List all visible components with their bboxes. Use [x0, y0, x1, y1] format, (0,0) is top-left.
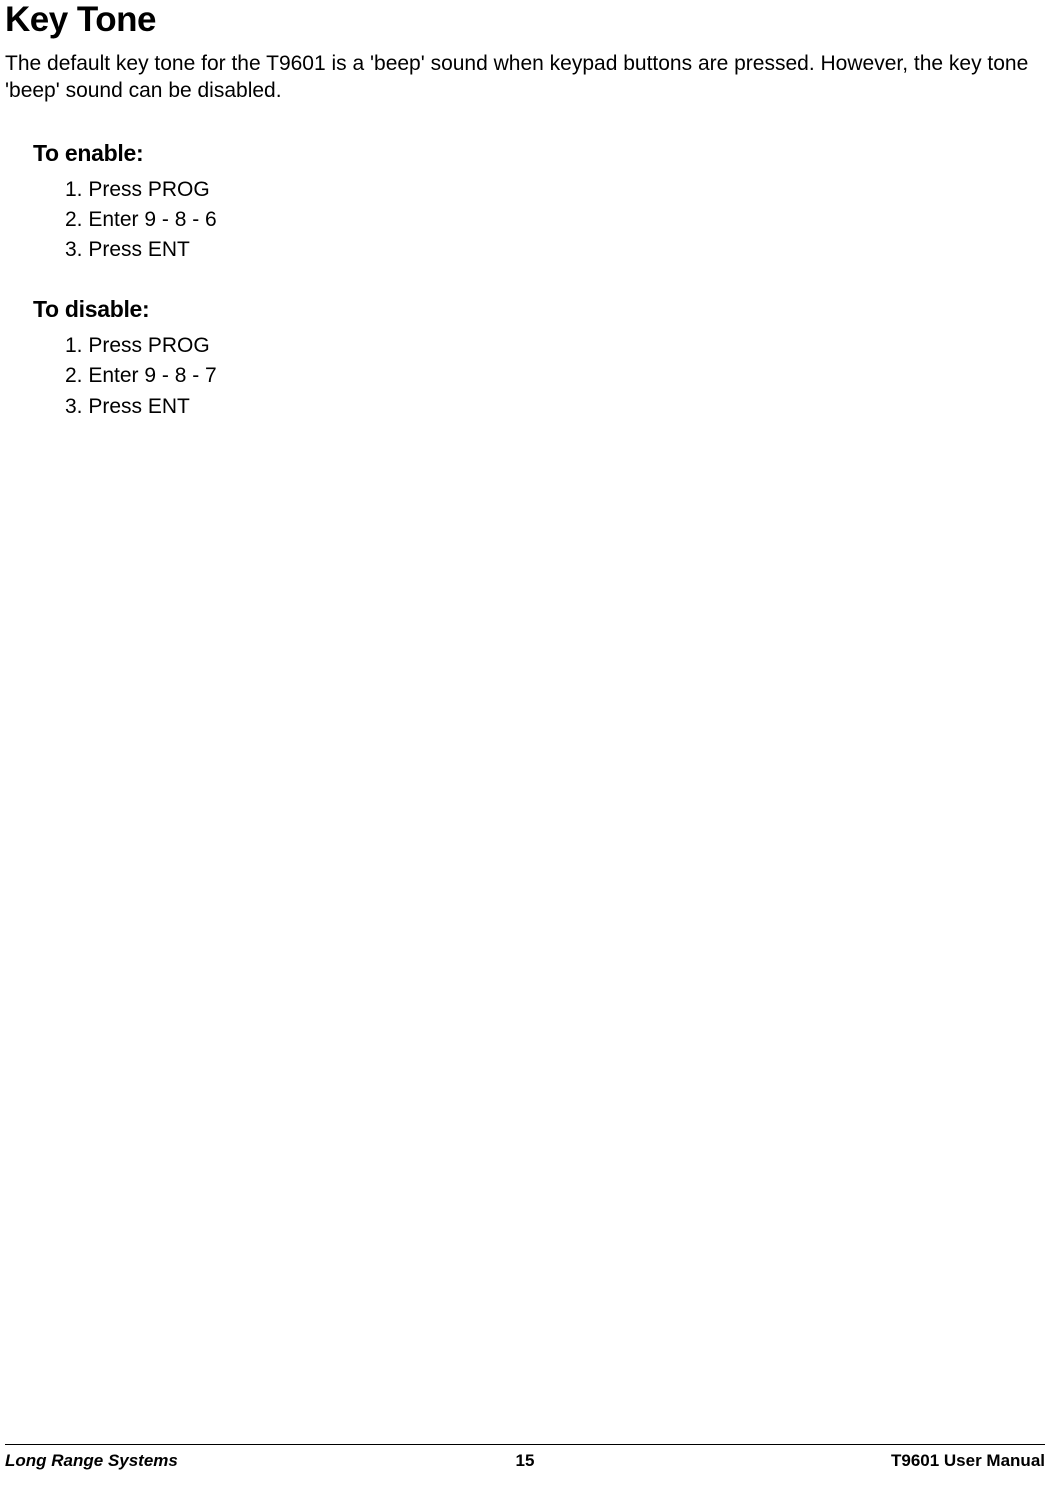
enable-step-1: 1. Press PROG [65, 175, 1045, 205]
disable-step-3: 3. Press ENT [65, 392, 1045, 422]
enable-section: To enable: 1. Press PROG 2. Enter 9 - 8 … [33, 140, 1045, 266]
disable-section: To disable: 1. Press PROG 2. Enter 9 - 8… [33, 296, 1045, 422]
disable-step-1: 1. Press PROG [65, 331, 1045, 361]
disable-heading: To disable: [33, 296, 1045, 323]
footer-manual-name: T9601 User Manual [891, 1451, 1045, 1471]
page-title: Key Tone [5, 0, 1045, 40]
page-footer: Long Range Systems 15 T9601 User Manual [0, 1444, 1050, 1471]
intro-text: The default key tone for the T9601 is a … [5, 50, 1045, 105]
footer-company: Long Range Systems [5, 1451, 178, 1471]
enable-step-2: 2. Enter 9 - 8 - 6 [65, 205, 1045, 235]
enable-heading: To enable: [33, 140, 1045, 167]
enable-step-3: 3. Press ENT [65, 235, 1045, 265]
disable-step-2: 2. Enter 9 - 8 - 7 [65, 361, 1045, 391]
footer-page-number: 15 [516, 1451, 535, 1471]
